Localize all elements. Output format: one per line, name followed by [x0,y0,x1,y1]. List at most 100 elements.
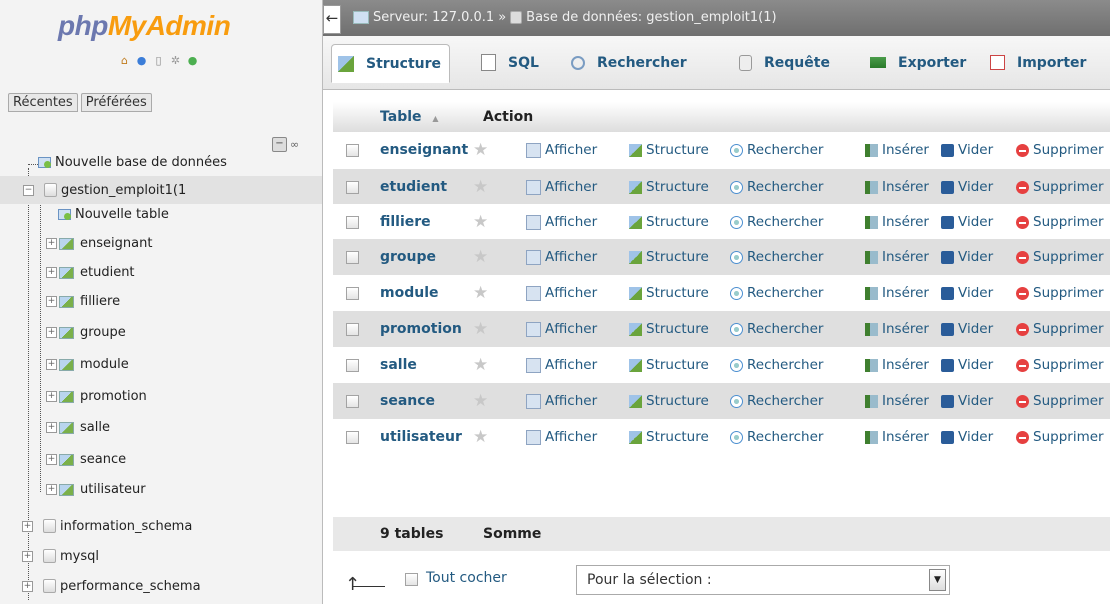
action-vider[interactable]: Vider [941,249,993,265]
action-rechercher[interactable]: Rechercher [730,249,823,265]
tree-new-database[interactable]: Nouvelle base de données [20,148,227,176]
action-supprimer[interactable]: Supprimer [1016,249,1104,265]
settings-icon[interactable]: ✲ [169,54,182,67]
action-inserer[interactable]: Insérer [865,214,929,230]
check-all-checkbox[interactable] [405,573,418,586]
favorite-star-icon[interactable]: ★ [473,213,490,231]
favorite-star-icon[interactable]: ★ [473,392,490,410]
info-icon[interactable]: ● [135,54,148,67]
tab-structure[interactable]: Structure [331,44,451,83]
action-inserer[interactable]: Insérer [865,179,929,195]
tree-table-promotion[interactable]: + promotion [46,382,147,410]
action-structure[interactable]: Structure [629,429,709,445]
action-inserer[interactable]: Insérer [865,285,929,301]
table-name-link[interactable]: groupe [380,249,436,265]
action-supprimer[interactable]: Supprimer [1016,179,1104,195]
expand-icon[interactable]: + [46,421,57,433]
table-name-link[interactable]: enseignant [380,142,468,158]
table-name-link[interactable]: promotion [380,321,462,337]
row-checkbox[interactable] [346,430,359,444]
action-inserer[interactable]: Insérer [865,142,929,158]
check-all-label[interactable]: Tout cocher [426,570,507,586]
action-vider[interactable]: Vider [941,429,993,445]
tree-table-etudient[interactable]: + etudient [46,258,135,286]
action-rechercher[interactable]: Rechercher [730,393,823,409]
action-supprimer[interactable]: Supprimer [1016,429,1104,445]
action-structure[interactable]: Structure [629,393,709,409]
tree-db-performance-schema[interactable]: + performance_schema [22,572,201,600]
action-rechercher[interactable]: Rechercher [730,179,823,195]
row-checkbox[interactable] [346,394,359,408]
collapse-db-icon[interactable]: − [23,184,34,196]
breadcrumb-server[interactable]: Serveur: 127.0.0.1 [373,10,494,25]
action-structure[interactable]: Structure [629,214,709,230]
tab-exporter[interactable]: Exporter [870,44,966,81]
action-vider[interactable]: Vider [941,142,993,158]
home-icon[interactable]: ⌂ [118,54,131,67]
table-name-link[interactable]: module [380,285,439,301]
action-rechercher[interactable]: Rechercher [730,214,823,230]
favorite-star-icon[interactable]: ★ [473,428,490,446]
docs-icon[interactable]: ▯ [152,54,165,67]
action-afficher[interactable]: Afficher [526,249,597,265]
action-afficher[interactable]: Afficher [526,285,597,301]
action-vider[interactable]: Vider [941,321,993,337]
table-name-link[interactable]: etudient [380,179,447,195]
action-afficher[interactable]: Afficher [526,357,597,373]
expand-icon[interactable]: + [22,550,33,562]
action-structure[interactable]: Structure [629,321,709,337]
action-rechercher[interactable]: Rechercher [730,357,823,373]
row-checkbox[interactable] [346,215,359,229]
action-structure[interactable]: Structure [629,179,709,195]
tree-table-utilisateur[interactable]: + utilisateur [46,475,146,503]
link-with-main-icon[interactable]: ∞ [290,138,299,151]
expand-icon[interactable]: + [46,453,57,465]
tab-importer[interactable]: Importer [990,44,1086,81]
table-name-link[interactable]: utilisateur [380,429,462,445]
reload-icon[interactable]: ● [186,54,199,67]
row-checkbox[interactable] [346,322,359,336]
tree-new-table[interactable]: Nouvelle table [58,200,169,228]
back-arrow-icon[interactable]: ← [323,5,341,34]
expand-icon[interactable]: + [46,390,57,402]
row-checkbox[interactable] [346,286,359,300]
favorite-star-icon[interactable]: ★ [473,141,490,159]
table-name-link[interactable]: seance [380,393,435,409]
tab-recentes[interactable]: Récentes [8,93,78,112]
action-supprimer[interactable]: Supprimer [1016,321,1104,337]
row-checkbox[interactable] [346,358,359,372]
favorite-star-icon[interactable]: ★ [473,356,490,374]
action-structure[interactable]: Structure [629,142,709,158]
tab-requete[interactable]: Requête [739,44,830,81]
action-supprimer[interactable]: Supprimer [1016,393,1104,409]
favorite-star-icon[interactable]: ★ [473,248,490,266]
action-structure[interactable]: Structure [629,249,709,265]
tab-preferees[interactable]: Préférées [80,93,152,112]
favorite-star-icon[interactable]: ★ [473,320,490,338]
tree-table-module[interactable]: + module [46,350,129,378]
action-vider[interactable]: Vider [941,393,993,409]
header-table[interactable]: Table ▲ [380,109,439,125]
tree-table-groupe[interactable]: + groupe [46,318,126,346]
tree-table-filliere[interactable]: + filliere [46,287,120,315]
action-vider[interactable]: Vider [941,357,993,373]
action-inserer[interactable]: Insérer [865,321,929,337]
expand-icon[interactable]: + [22,580,33,592]
action-structure[interactable]: Structure [629,285,709,301]
favorite-star-icon[interactable]: ★ [473,284,490,302]
tree-table-enseignant[interactable]: + enseignant [46,229,152,257]
action-inserer[interactable]: Insérer [865,429,929,445]
action-rechercher[interactable]: Rechercher [730,321,823,337]
action-supprimer[interactable]: Supprimer [1016,142,1104,158]
row-checkbox[interactable] [346,180,359,194]
action-structure[interactable]: Structure [629,357,709,373]
action-afficher[interactable]: Afficher [526,393,597,409]
tree-db-mysql[interactable]: + mysql [22,542,99,570]
tab-rechercher[interactable]: Rechercher [571,44,687,81]
action-rechercher[interactable]: Rechercher [730,142,823,158]
action-rechercher[interactable]: Rechercher [730,429,823,445]
tab-sql[interactable]: SQL [481,44,539,81]
expand-icon[interactable]: + [46,266,57,278]
expand-icon[interactable]: + [46,326,57,338]
table-name-link[interactable]: filliere [380,214,431,230]
